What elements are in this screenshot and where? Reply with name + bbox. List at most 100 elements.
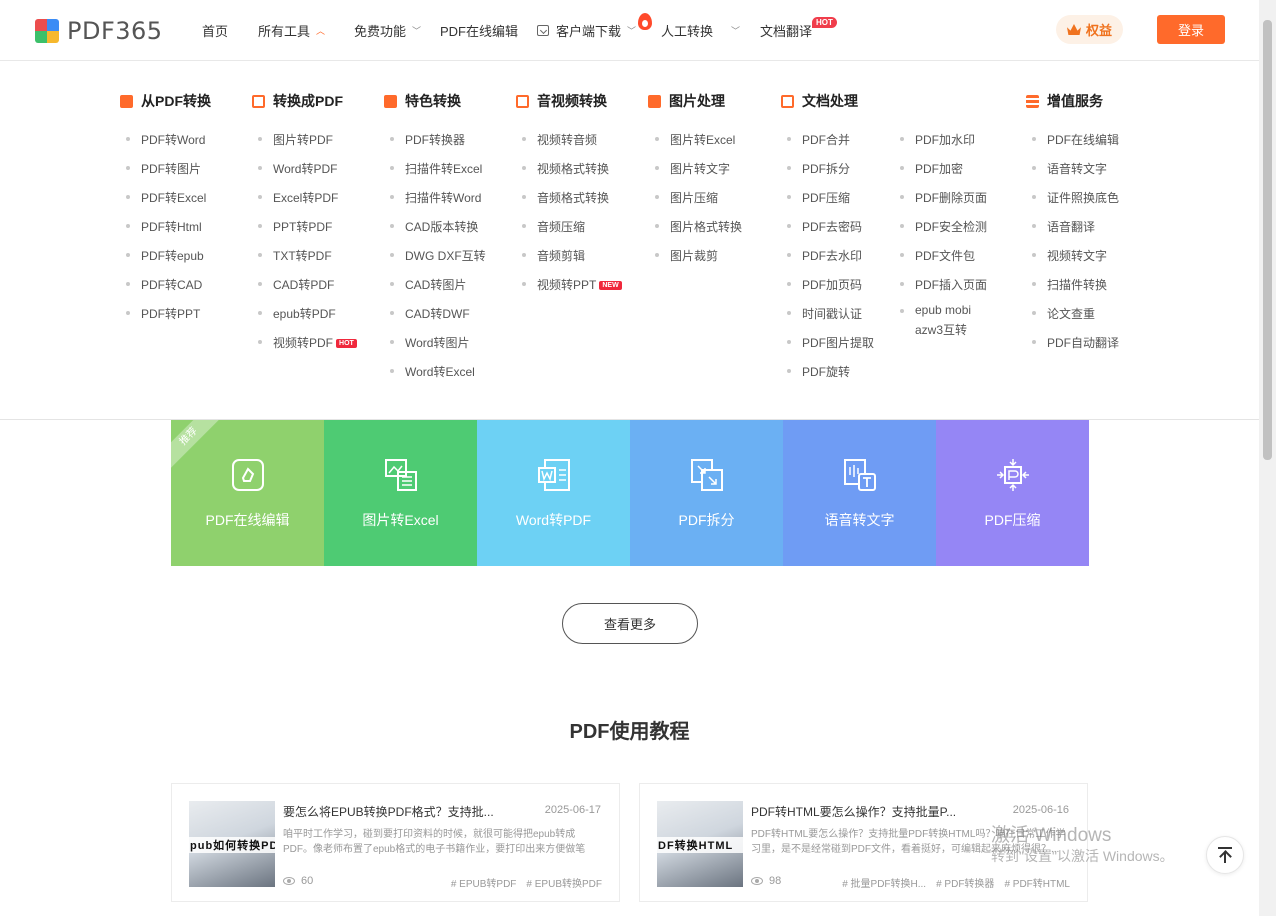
menu-item[interactable]: 音频格式转换 — [522, 189, 622, 218]
article-date: 2025-06-17 — [544, 804, 601, 816]
tile-pdf-compress[interactable]: PDF压缩 — [936, 420, 1089, 566]
tag-link[interactable]: # PDF转换器 — [936, 875, 994, 890]
menu-item[interactable]: PDF安全检测 — [900, 218, 995, 247]
menu-item[interactable]: PDF转换器 — [390, 131, 486, 160]
tag-link[interactable]: # EPUB转PDF — [451, 875, 517, 890]
menu-item[interactable]: PDF合并 — [787, 131, 874, 160]
nav-manual-convert[interactable]: 人工转换 ﹀ — [661, 21, 740, 40]
menu-item[interactable]: PDF文件包 — [900, 247, 995, 276]
menu-item[interactable]: Excel转PDF — [258, 189, 357, 218]
menu-item[interactable]: 时间戳认证 — [787, 305, 874, 334]
menu-item[interactable]: CAD转DWF — [390, 305, 486, 334]
menu-item[interactable]: CAD转图片 — [390, 276, 486, 305]
menu-item[interactable]: 图片转PDF — [258, 131, 357, 160]
menu-item[interactable]: epub mobi azw3互转 — [900, 300, 995, 340]
new-tag: NEW — [599, 281, 622, 290]
menu-item[interactable]: 论文查重 — [1032, 305, 1119, 334]
menu-item[interactable]: 语音翻译 — [1032, 218, 1119, 247]
menu-item[interactable]: 视频转文字 — [1032, 247, 1119, 276]
menu-item[interactable]: DWG DXF互转 — [390, 247, 486, 276]
menu-item[interactable]: 音频压缩 — [522, 218, 622, 247]
view-count: 98 — [751, 875, 781, 887]
menu-item[interactable]: PDF转CAD — [126, 276, 206, 305]
rights-button[interactable]: 权益 — [1056, 15, 1123, 44]
menu-item[interactable]: PDF加密 — [900, 160, 995, 189]
menu-item[interactable]: 扫描件转换 — [1032, 276, 1119, 305]
article-thumbnail[interactable]: pub如何转换PDF — [189, 801, 275, 887]
list-icon — [1026, 94, 1039, 108]
tag-link[interactable]: # EPUB转换PDF — [526, 875, 602, 890]
chevron-down-icon: ﹀ — [412, 26, 422, 36]
menu-item[interactable]: PDF自动翻译 — [1032, 334, 1119, 363]
menu-item[interactable]: PDF删除页面 — [900, 189, 995, 218]
menu-item[interactable]: 语音转文字 — [1032, 160, 1119, 189]
menu-item[interactable]: PDF压缩 — [787, 189, 874, 218]
compress-icon — [996, 459, 1029, 491]
menu-item[interactable]: PDF转图片 — [126, 160, 206, 189]
menu-item[interactable]: PDF去水印 — [787, 247, 874, 276]
menu-item[interactable]: PPT转PDF — [258, 218, 357, 247]
menu-item[interactable]: 证件照换底色 — [1032, 189, 1119, 218]
site-header: PDF365 首页 所有工具 ︿ 免费功能 ﹀ PDF在线编辑 客户端下载 ﹀ 人工转… — [0, 0, 1259, 61]
menu-item[interactable]: PDF去密码 — [787, 218, 874, 247]
image-icon — [648, 94, 661, 108]
menu-item[interactable]: Word转图片 — [390, 334, 486, 363]
menu-item[interactable]: 图片转Excel — [655, 131, 742, 160]
menu-item[interactable]: Word转PDF — [258, 160, 357, 189]
menu-item-video-to-ppt[interactable]: 视频转PPT NEW — [522, 276, 622, 305]
menu-item[interactable]: CAD转PDF — [258, 276, 357, 305]
menu-item[interactable]: 音频剪辑 — [522, 247, 622, 276]
menu-item[interactable]: PDF转Html — [126, 218, 206, 247]
menu-item[interactable]: 图片转文字 — [655, 160, 742, 189]
menu-item[interactable]: 视频格式转换 — [522, 160, 622, 189]
menu-item[interactable]: 视频转音频 — [522, 131, 622, 160]
view-more-button[interactable]: 查看更多 — [562, 603, 698, 644]
menu-item[interactable]: PDF转PPT — [126, 305, 206, 334]
tile-voice-to-text[interactable]: 语音转文字 — [783, 420, 936, 566]
tile-pdf-split[interactable]: PDF拆分 — [630, 420, 783, 566]
back-to-top-button[interactable] — [1206, 836, 1244, 874]
to-pdf-icon — [252, 94, 265, 108]
nav-download[interactable]: 客户端下载 ﹀ — [537, 21, 636, 40]
nav-online-edit[interactable]: PDF在线编辑 — [440, 21, 518, 40]
menu-item[interactable]: PDF旋转 — [787, 363, 874, 392]
nav-doc-translate[interactable]: 文档翻译 — [760, 21, 812, 40]
menu-item[interactable]: PDF拆分 — [787, 160, 874, 189]
menu-item[interactable]: TXT转PDF — [258, 247, 357, 276]
menu-item[interactable]: 图片压缩 — [655, 189, 742, 218]
menu-item[interactable]: Word转Excel — [390, 363, 486, 392]
menu-item[interactable]: PDF转epub — [126, 247, 206, 276]
nav-free-features[interactable]: 免费功能 ﹀ — [354, 21, 421, 40]
menu-item[interactable]: 扫描件转Excel — [390, 160, 486, 189]
tile-image-to-excel[interactable]: 图片转Excel — [324, 420, 477, 566]
scrollbar-thumb[interactable] — [1263, 20, 1272, 460]
nav-all-tools[interactable]: 所有工具 ︿ — [258, 21, 325, 40]
menu-item[interactable]: PDF转Excel — [126, 189, 206, 218]
menu-item[interactable]: PDF在线编辑 — [1032, 131, 1119, 160]
article-title[interactable]: PDF转HTML要怎么操作？支持批量P... — [751, 803, 956, 820]
tile-pdf-online-edit[interactable]: 推荐 PDF在线编辑 — [171, 420, 324, 566]
split-icon — [690, 459, 723, 491]
logo[interactable]: PDF365 — [35, 17, 163, 45]
article-title[interactable]: 要怎么将EPUB转换PDF格式？支持批... — [283, 803, 494, 820]
article-thumbnail[interactable]: DF转换HTML — [657, 801, 743, 887]
menu-item[interactable]: PDF加页码 — [787, 276, 874, 305]
tile-word-to-pdf[interactable]: Word转PDF — [477, 420, 630, 566]
menu-item[interactable]: CAD版本转换 — [390, 218, 486, 247]
tag-link[interactable]: # PDF转HTML — [1004, 875, 1070, 890]
tile-label: PDF在线编辑 — [205, 512, 290, 528]
menu-item[interactable]: 扫描件转Word — [390, 189, 486, 218]
login-button[interactable]: 登录 — [1157, 15, 1225, 44]
menu-item[interactable]: PDF加水印 — [900, 131, 995, 160]
menu-item[interactable]: 图片格式转换 — [655, 218, 742, 247]
menu-item[interactable]: epub转PDF — [258, 305, 357, 334]
scrollbar[interactable] — [1259, 0, 1276, 916]
menu-item[interactable]: PDF图片提取 — [787, 334, 874, 363]
menu-item-video-to-pdf[interactable]: 视频转PDF HOT — [258, 334, 357, 363]
menu-item[interactable]: PDF转Word — [126, 131, 206, 160]
tutorial-card[interactable]: pub如何转换PDF 要怎么将EPUB转换PDF格式？支持批... 2025-0… — [171, 783, 620, 902]
menu-item[interactable]: 图片裁剪 — [655, 247, 742, 276]
tag-link[interactable]: # 批量PDF转换H... — [842, 875, 926, 890]
nav-home[interactable]: 首页 — [202, 21, 228, 40]
word-icon — [537, 459, 570, 491]
